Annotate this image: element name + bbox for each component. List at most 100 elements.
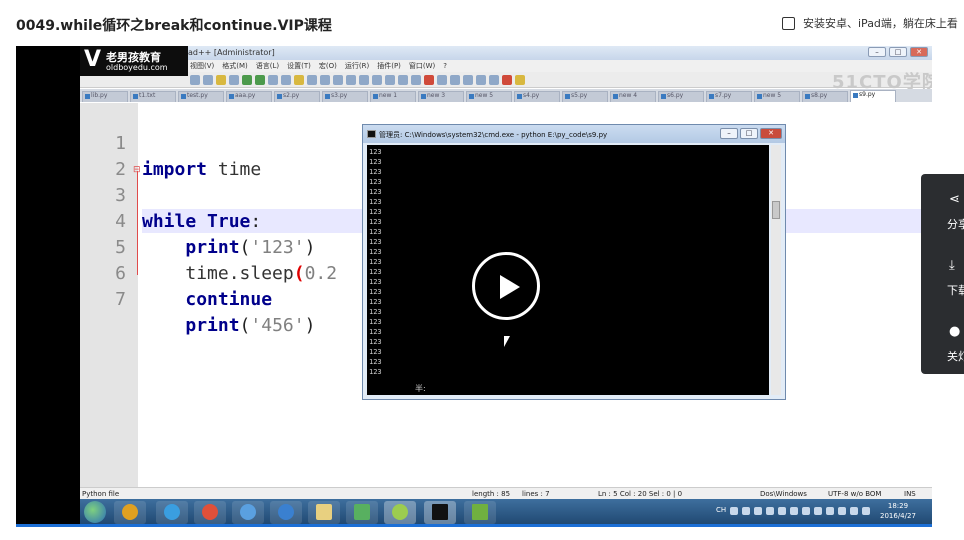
- logo-mark-icon: V: [84, 47, 102, 72]
- clock-time: 18:29: [887, 502, 909, 510]
- app-promo-text[interactable]: 安装安卓、iPad端，躺在床上看: [803, 15, 958, 31]
- tray-icon: [742, 507, 750, 515]
- windows-taskbar: CH 18:29 2016/4/27: [80, 499, 932, 526]
- notepad-toolbar: [80, 72, 932, 88]
- tray-icon: [778, 507, 786, 515]
- cmd-window: 管理员: C:\Windows\system32\cmd.exe - pytho…: [362, 124, 786, 400]
- file-tab: t1.txt: [130, 91, 176, 102]
- cmd-status: 半:: [415, 384, 426, 393]
- menu-item: 窗口(W): [408, 62, 436, 70]
- menu-item: 宏(O): [318, 62, 337, 70]
- taskbar-app: [346, 501, 378, 524]
- tray-icon: [790, 507, 798, 515]
- folder-icon: [308, 501, 340, 524]
- cmd-output-line: 123: [369, 178, 382, 186]
- tray-language: CH: [716, 506, 727, 514]
- maximize-icon: □: [740, 128, 758, 139]
- stop-icon: [437, 74, 447, 85]
- notepad-titlebar: ad++ [Administrator] – □ ✕: [80, 46, 932, 60]
- play-button[interactable]: [472, 252, 540, 320]
- cmd-output-line: 123: [369, 188, 382, 196]
- cmd-output-line: 123: [369, 328, 382, 336]
- toolbar-icon: [294, 74, 304, 85]
- toolbar-icon: [268, 74, 278, 85]
- download-icon: ⤓: [949, 258, 955, 273]
- maximize-icon: □: [889, 47, 907, 57]
- toolbar-icon: [502, 74, 512, 85]
- notepad-title: ad++ [Administrator]: [188, 48, 275, 57]
- download-button[interactable]: ⤓ 下载: [921, 244, 964, 304]
- course-title: 0049.while循环之break和continue.VIP课程: [16, 18, 332, 34]
- checkbox-icon[interactable]: [782, 16, 795, 30]
- code-text: print('456'): [185, 315, 316, 336]
- cmd-icon: [367, 130, 376, 138]
- file-tab: s8.py: [802, 91, 848, 102]
- cmd-output-line: 123: [369, 158, 382, 166]
- taskbar-app: [270, 501, 302, 524]
- cmd-output-line: 123: [369, 148, 382, 156]
- page-header: 0049.while循环之break和continue.VIP课程 安装安卓、i…: [0, 0, 964, 46]
- toolbar-icon: [489, 74, 499, 85]
- menu-item: 格式(M): [222, 62, 248, 70]
- taskbar-clock: 18:29 2016/4/27: [880, 501, 916, 521]
- file-tab: s6.py: [658, 91, 704, 102]
- file-tab: new 5: [466, 91, 512, 102]
- cmd-output-line: 123: [369, 238, 382, 246]
- file-tab: new 3: [418, 91, 464, 102]
- notepad-tabs: lib.py t1.txt test.py aaa.py s2.py s3.py…: [80, 89, 932, 102]
- start-icon: [84, 501, 106, 523]
- tray-icon: [814, 507, 822, 515]
- file-tab: s4.py: [514, 91, 560, 102]
- toolbar-icon: [359, 74, 369, 85]
- tray-icon: [838, 507, 846, 515]
- cmd-output-line: 123: [369, 228, 382, 236]
- cmd-output-line: 123: [369, 218, 382, 226]
- cmd-output: 123 123 123 123 123 123 123 123 123 123 123 123 123 1…: [367, 145, 769, 395]
- brand-logo: V 老男孩教育 oldboyedu.com: [80, 46, 188, 76]
- video-progress-bar[interactable]: [16, 524, 932, 527]
- tray-icon: [850, 507, 858, 515]
- cmd-taskbar-icon: [424, 501, 456, 524]
- toolbar-icon: [385, 74, 395, 85]
- cmd-output-line: 123: [369, 358, 382, 366]
- status-mode: INS: [904, 490, 916, 498]
- lightbulb-icon: ●: [949, 324, 961, 339]
- side-panel: ⋖ 分享 ⤓ 下载 ● 关灯: [921, 174, 964, 374]
- file-tab: s5.py: [562, 91, 608, 102]
- toolbar-icon: [216, 74, 226, 85]
- toolbar-icon: [255, 74, 265, 85]
- toolbar-icon: [307, 74, 317, 85]
- close-icon: ✕: [760, 128, 782, 139]
- tray-icon: [802, 507, 810, 515]
- lights-off-button[interactable]: ● 关灯: [921, 310, 964, 370]
- video-player[interactable]: ad++ [Administrator] – □ ✕ 视图(V) 格式(M) 语…: [16, 46, 932, 526]
- app-promo[interactable]: 安装安卓、iPad端，躺在床上看: [782, 15, 958, 31]
- status-file-type: Python file: [82, 490, 120, 498]
- toolbar-icon: [515, 74, 525, 85]
- download-label: 下载: [947, 284, 964, 297]
- cmd-output-line: 123: [369, 278, 382, 286]
- cmd-output-line: 123: [369, 288, 382, 296]
- toolbar-icon: [398, 74, 408, 85]
- status-encoding: UTF-8 w/o BOM: [828, 490, 882, 498]
- file-tab: s3.py: [322, 91, 368, 102]
- tray-icon: [766, 507, 774, 515]
- notepad-menubar: 视图(V) 格式(M) 语言(L) 设置(T) 宏(O) 运行(R) 插件(P)…: [80, 60, 932, 72]
- minimize-icon: –: [868, 47, 886, 57]
- notepad-icon: [384, 501, 416, 524]
- toolbar-icon: [320, 74, 330, 85]
- status-position: Ln : 5 Col : 20 Sel : 0 | 0: [598, 490, 683, 498]
- menu-item: 运行(R): [344, 62, 370, 70]
- status-length: length : 85: [472, 490, 511, 498]
- cmd-title: 管理员: C:\Windows\system32\cmd.exe - pytho…: [379, 131, 608, 139]
- tray-icons: [730, 507, 870, 515]
- taskbar-app: [114, 501, 146, 524]
- file-tab: s2.py: [274, 91, 320, 102]
- cmd-output-line: 123: [369, 308, 382, 316]
- toolbar-icon: [229, 74, 239, 85]
- share-button[interactable]: ⋖ 分享: [921, 178, 964, 238]
- cmd-output-line: 123: [369, 268, 382, 276]
- cmd-output-line: 123: [369, 298, 382, 306]
- cmd-output-line: 123: [369, 318, 382, 326]
- cmd-scroll-thumb: [772, 201, 780, 219]
